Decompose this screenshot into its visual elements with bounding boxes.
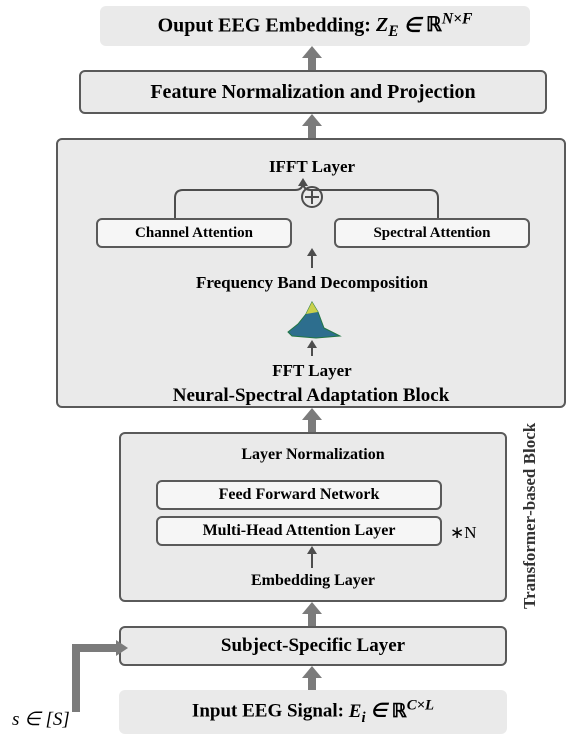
plus-merge-icon bbox=[297, 182, 327, 212]
output-symbol: ZE bbox=[376, 14, 399, 36]
ifft-label: IFFT Layer bbox=[269, 157, 355, 177]
subject-layer-label: Subject‑Specific Layer bbox=[221, 635, 405, 657]
spectral-attn-label: Spectral Attention bbox=[373, 225, 490, 242]
arrow-input-to-subject bbox=[296, 666, 328, 690]
freq-decomp-label: Frequency Band Decomposition bbox=[196, 273, 428, 293]
input-symbol: Ei bbox=[349, 701, 366, 722]
input-text: Input EEG Signal: Ei ∈ ℝC×L bbox=[192, 697, 434, 726]
arrow-freq-to-attn bbox=[302, 248, 322, 270]
adaptation-block-title: Neural‑Spectral Adaptation Block bbox=[56, 384, 566, 408]
fft-layer: FFT Layer bbox=[90, 356, 534, 386]
layer-norm-label: Layer Normalization bbox=[241, 446, 384, 464]
input-in: ∈ bbox=[370, 701, 391, 722]
fft-label: FFT Layer bbox=[272, 361, 351, 381]
output-embedding-box: Ouput EEG Embedding: ZE ∈ ℝN×F bbox=[100, 6, 530, 46]
input-signal-box: Input EEG Signal: Ei ∈ ℝC×L bbox=[119, 690, 507, 734]
s-index-text: s ∈ [S] bbox=[12, 708, 70, 731]
channel-attention-box: Channel Attention bbox=[96, 218, 292, 248]
channel-attn-label: Channel Attention bbox=[135, 225, 253, 242]
output-in: ∈ bbox=[404, 14, 426, 36]
embedding-label: Embedding Layer bbox=[251, 572, 375, 590]
output-space: ℝN×F bbox=[426, 14, 472, 36]
subject-specific-layer: Subject‑Specific Layer bbox=[119, 626, 507, 666]
arrow-adapt-to-featnorm bbox=[296, 114, 328, 138]
mha-box: Multi‑Head Attention Layer bbox=[156, 516, 442, 546]
feature-normalization-box: Feature Normalization and Projection bbox=[79, 70, 547, 114]
featnorm-label: Feature Normalization and Projection bbox=[150, 81, 475, 104]
mha-label: Multi‑Head Attention Layer bbox=[203, 522, 396, 540]
diagram-stage: Ouput EEG Embedding: ZE ∈ ℝN×F Feature N… bbox=[0, 0, 570, 746]
arrow-featnorm-to-output bbox=[296, 46, 328, 70]
output-prefix: Ouput EEG Embedding: bbox=[158, 14, 376, 36]
s-index-label: s ∈ [S] bbox=[12, 704, 112, 734]
arrow-transformer-to-adapt bbox=[296, 408, 328, 432]
repeat-n-label: ∗N bbox=[450, 520, 494, 546]
output-text: Ouput EEG Embedding: ZE ∈ ℝN×F bbox=[158, 11, 473, 42]
adapt-title-text: Neural‑Spectral Adaptation Block bbox=[173, 385, 450, 407]
arrow-embedding-to-mha bbox=[302, 546, 322, 570]
input-prefix: Input EEG Signal: bbox=[192, 701, 349, 722]
spectrum-icon bbox=[284, 298, 344, 340]
ffn-label: Feed Forward Network bbox=[219, 486, 380, 504]
ifft-layer: IFFT Layer bbox=[90, 152, 534, 182]
input-space: ℝC×L bbox=[392, 701, 434, 722]
layer-norm-box: Layer Normalization bbox=[134, 442, 492, 468]
embedding-layer-box: Embedding Layer bbox=[134, 568, 492, 594]
spectral-attention-box: Spectral Attention bbox=[334, 218, 530, 248]
ffn-box: Feed Forward Network bbox=[156, 480, 442, 510]
frequency-decomposition-box: Frequency Band Decomposition bbox=[90, 268, 534, 298]
transformer-side-label: Transformer‑based Block bbox=[516, 416, 544, 616]
transformer-side-text: Transformer‑based Block bbox=[520, 423, 540, 609]
arrow-subject-to-transformer bbox=[296, 602, 328, 626]
repeat-n-text: ∗N bbox=[450, 523, 477, 543]
